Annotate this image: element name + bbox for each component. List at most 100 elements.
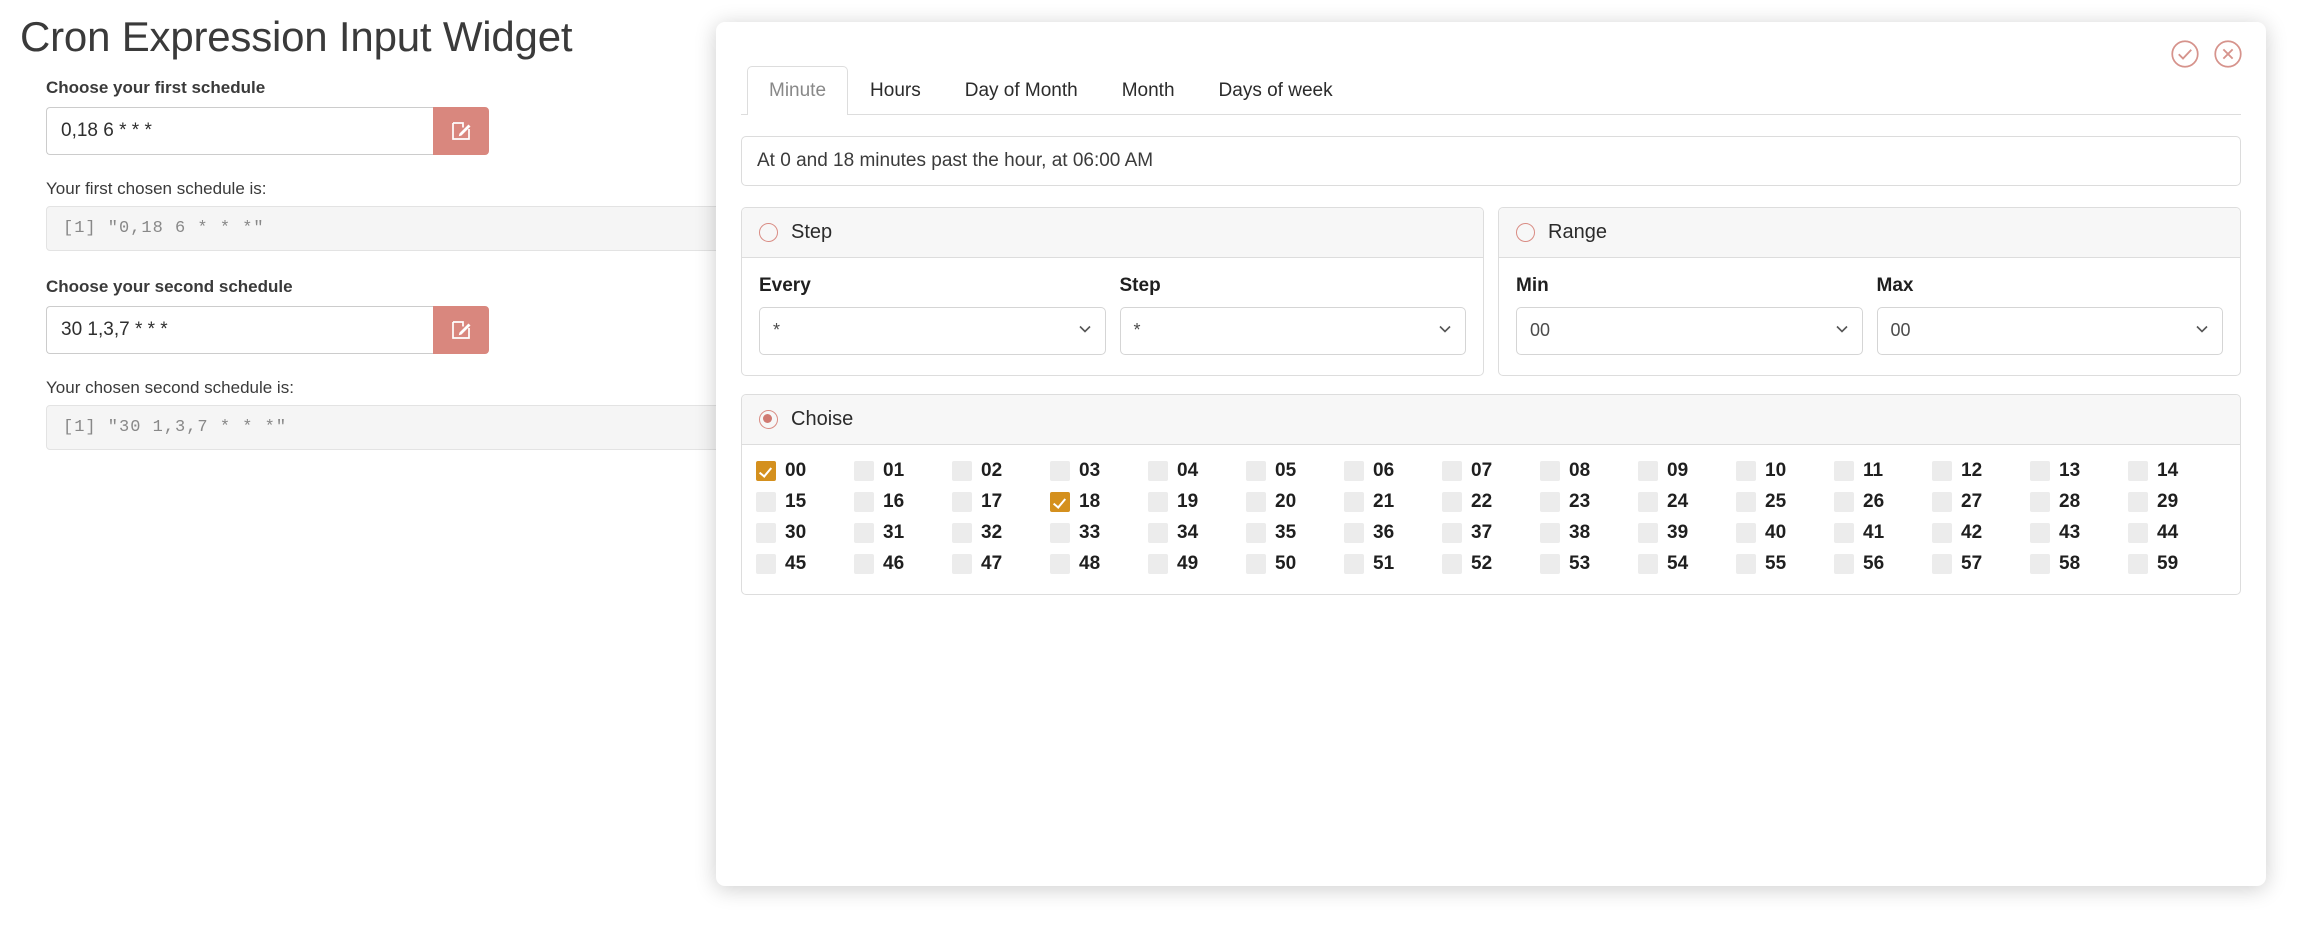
minute-option-18[interactable]: 18 bbox=[1050, 491, 1148, 512]
minute-option-39[interactable]: 39 bbox=[1638, 522, 1736, 543]
checkbox-39[interactable] bbox=[1638, 522, 1658, 543]
minute-option-10[interactable]: 10 bbox=[1736, 460, 1834, 481]
minute-option-29[interactable]: 29 bbox=[2128, 491, 2226, 512]
checkbox-15[interactable] bbox=[756, 491, 776, 512]
minute-option-38[interactable]: 38 bbox=[1540, 522, 1638, 543]
minute-option-03[interactable]: 03 bbox=[1050, 460, 1148, 481]
minute-option-15[interactable]: 15 bbox=[756, 491, 854, 512]
minute-option-30[interactable]: 30 bbox=[756, 522, 854, 543]
minute-option-35[interactable]: 35 bbox=[1246, 522, 1344, 543]
checkbox-12[interactable] bbox=[1932, 460, 1952, 481]
tab-hours[interactable]: Hours bbox=[848, 66, 943, 115]
minute-option-19[interactable]: 19 bbox=[1148, 491, 1246, 512]
checkbox-37[interactable] bbox=[1442, 522, 1462, 543]
checkbox-55[interactable] bbox=[1736, 553, 1756, 574]
close-circle-icon[interactable] bbox=[2213, 39, 2243, 69]
minute-option-37[interactable]: 37 bbox=[1442, 522, 1540, 543]
checkbox-18-checked-icon[interactable] bbox=[1050, 491, 1070, 512]
minute-option-41[interactable]: 41 bbox=[1834, 522, 1932, 543]
checkbox-41[interactable] bbox=[1834, 522, 1854, 543]
minute-option-52[interactable]: 52 bbox=[1442, 553, 1540, 574]
checkbox-54[interactable] bbox=[1638, 553, 1658, 574]
checkbox-56[interactable] bbox=[1834, 553, 1854, 574]
checkbox-25[interactable] bbox=[1736, 491, 1756, 512]
minute-option-22[interactable]: 22 bbox=[1442, 491, 1540, 512]
checkbox-22[interactable] bbox=[1442, 491, 1462, 512]
checkbox-40[interactable] bbox=[1736, 522, 1756, 543]
checkbox-00-checked-icon[interactable] bbox=[756, 460, 776, 481]
minute-option-13[interactable]: 13 bbox=[2030, 460, 2128, 481]
checkbox-42[interactable] bbox=[1932, 522, 1952, 543]
checkbox-45[interactable] bbox=[756, 553, 776, 574]
checkbox-36[interactable] bbox=[1344, 522, 1364, 543]
minute-option-25[interactable]: 25 bbox=[1736, 491, 1834, 512]
checkbox-07[interactable] bbox=[1442, 460, 1462, 481]
minute-option-17[interactable]: 17 bbox=[952, 491, 1050, 512]
second-edit-button[interactable] bbox=[433, 306, 489, 355]
checkbox-47[interactable] bbox=[952, 553, 972, 574]
checkbox-24[interactable] bbox=[1638, 491, 1658, 512]
minute-option-51[interactable]: 51 bbox=[1344, 553, 1442, 574]
checkbox-44[interactable] bbox=[2128, 522, 2148, 543]
step-select[interactable]: * bbox=[1119, 306, 1466, 355]
minute-option-42[interactable]: 42 bbox=[1932, 522, 2030, 543]
tab-month[interactable]: Month bbox=[1100, 66, 1197, 115]
minute-option-59[interactable]: 59 bbox=[2128, 553, 2226, 574]
minute-option-28[interactable]: 28 bbox=[2030, 491, 2128, 512]
range-panel-header[interactable]: Range bbox=[1499, 207, 2240, 258]
checkbox-57[interactable] bbox=[1932, 553, 1952, 574]
minute-option-50[interactable]: 50 bbox=[1246, 553, 1344, 574]
checkbox-01[interactable] bbox=[854, 460, 874, 481]
minute-option-05[interactable]: 05 bbox=[1246, 460, 1344, 481]
minute-option-01[interactable]: 01 bbox=[854, 460, 952, 481]
minute-option-16[interactable]: 16 bbox=[854, 491, 952, 512]
minute-option-32[interactable]: 32 bbox=[952, 522, 1050, 543]
minute-option-33[interactable]: 33 bbox=[1050, 522, 1148, 543]
checkbox-14[interactable] bbox=[2128, 460, 2148, 481]
minute-option-40[interactable]: 40 bbox=[1736, 522, 1834, 543]
minute-option-07[interactable]: 07 bbox=[1442, 460, 1540, 481]
checkbox-21[interactable] bbox=[1344, 491, 1364, 512]
minute-option-53[interactable]: 53 bbox=[1540, 553, 1638, 574]
check-circle-icon[interactable] bbox=[2170, 39, 2200, 69]
checkbox-59[interactable] bbox=[2128, 553, 2148, 574]
checkbox-10[interactable] bbox=[1736, 460, 1756, 481]
checkbox-33[interactable] bbox=[1050, 522, 1070, 543]
second-cron-input[interactable] bbox=[46, 306, 433, 355]
minute-option-24[interactable]: 24 bbox=[1638, 491, 1736, 512]
checkbox-09[interactable] bbox=[1638, 460, 1658, 481]
min-select[interactable]: 00 bbox=[1516, 306, 1863, 355]
step-radio[interactable] bbox=[759, 222, 778, 242]
checkbox-46[interactable] bbox=[854, 553, 874, 574]
choise-radio[interactable] bbox=[759, 409, 778, 429]
minute-option-43[interactable]: 43 bbox=[2030, 522, 2128, 543]
minute-option-44[interactable]: 44 bbox=[2128, 522, 2226, 543]
tab-minute[interactable]: Minute bbox=[747, 66, 849, 115]
minute-option-20[interactable]: 20 bbox=[1246, 491, 1344, 512]
checkbox-28[interactable] bbox=[2030, 491, 2050, 512]
minute-option-47[interactable]: 47 bbox=[952, 553, 1050, 574]
minute-option-49[interactable]: 49 bbox=[1148, 553, 1246, 574]
checkbox-32[interactable] bbox=[952, 522, 972, 543]
every-select[interactable]: * bbox=[759, 306, 1106, 355]
range-radio[interactable] bbox=[1516, 222, 1535, 242]
minute-option-00[interactable]: 00 bbox=[756, 460, 854, 481]
checkbox-51[interactable] bbox=[1344, 553, 1364, 574]
checkbox-23[interactable] bbox=[1540, 491, 1560, 512]
step-panel-header[interactable]: Step bbox=[742, 207, 1483, 258]
minute-option-12[interactable]: 12 bbox=[1932, 460, 2030, 481]
max-select[interactable]: 00 bbox=[1876, 306, 2223, 355]
checkbox-35[interactable] bbox=[1246, 522, 1266, 543]
minute-option-02[interactable]: 02 bbox=[952, 460, 1050, 481]
checkbox-30[interactable] bbox=[756, 522, 776, 543]
minute-option-27[interactable]: 27 bbox=[1932, 491, 2030, 512]
minute-option-34[interactable]: 34 bbox=[1148, 522, 1246, 543]
checkbox-04[interactable] bbox=[1148, 460, 1168, 481]
tab-days-of-week[interactable]: Days of week bbox=[1197, 66, 1355, 115]
checkbox-27[interactable] bbox=[1932, 491, 1952, 512]
minute-option-45[interactable]: 45 bbox=[756, 553, 854, 574]
checkbox-50[interactable] bbox=[1246, 553, 1266, 574]
minute-option-57[interactable]: 57 bbox=[1932, 553, 2030, 574]
choise-panel-header[interactable]: Choise bbox=[742, 394, 2240, 445]
checkbox-48[interactable] bbox=[1050, 553, 1070, 574]
